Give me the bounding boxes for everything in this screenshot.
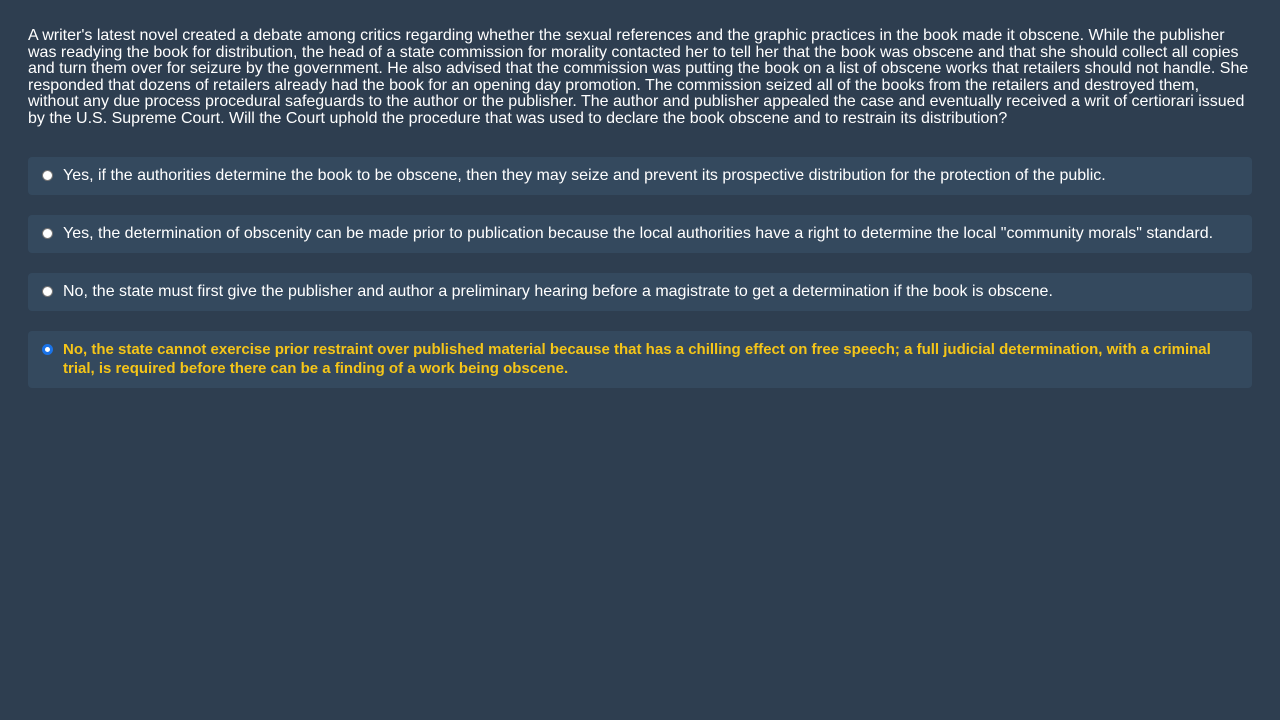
answer-option-3[interactable]: No, the state must first give the publis… [28, 273, 1252, 311]
question-container: A writer's latest novel created a debate… [28, 27, 1252, 408]
question-text: A writer's latest novel created a debate… [28, 27, 1249, 127]
answer-label: Yes, the determination of obscenity can … [63, 225, 1214, 242]
answer-label: Yes, if the authorities determine the bo… [63, 167, 1106, 184]
answer-option-1[interactable]: Yes, if the authorities determine the bo… [28, 157, 1252, 195]
radio-button[interactable] [42, 170, 53, 181]
radio-button-selected[interactable] [42, 344, 53, 355]
answer-label: No, the state must first give the publis… [63, 283, 1053, 300]
answer-label: No, the state cannot exercise prior rest… [63, 341, 1211, 377]
radio-button[interactable] [42, 228, 53, 239]
answer-option-4[interactable]: No, the state cannot exercise prior rest… [28, 331, 1252, 388]
radio-button[interactable] [42, 286, 53, 297]
answer-option-2[interactable]: Yes, the determination of obscenity can … [28, 215, 1252, 253]
